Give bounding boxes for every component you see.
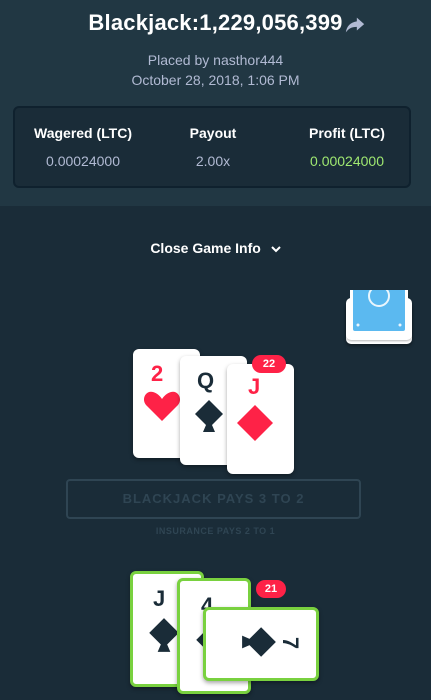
blackjack-pays-banner: BLACKJACK PAYS 3 TO 2 — [66, 479, 361, 519]
game-info-header: Blackjack:1,229,056,399 Placed by nastho… — [0, 0, 431, 206]
diamonds-icon — [237, 405, 273, 441]
payout-label: Payout — [189, 125, 237, 141]
spades-icon — [195, 400, 223, 432]
dealer-total-badge: 22 — [252, 355, 286, 373]
player-total-badge: 21 — [256, 580, 286, 598]
title-row: Blackjack:1,229,056,399 — [0, 10, 431, 36]
wagered-label: Wagered (LTC) — [34, 125, 132, 141]
payout-value: 2.00x — [195, 153, 231, 169]
dealer-card-3: J — [227, 364, 294, 474]
chevron-down-icon — [270, 246, 281, 253]
bet-title: Blackjack:1,229,056,399 — [88, 10, 343, 35]
profit-label: Profit (LTC) — [309, 125, 385, 141]
card-deck — [346, 290, 412, 344]
player-card-3-doubled: 7 — [203, 607, 319, 681]
spades-icon — [242, 627, 276, 657]
insurance-pays-text: INSURANCE PAYS 2 TO 1 — [155, 526, 276, 536]
card-rank: Q — [197, 368, 215, 393]
bet-date: October 28, 2018, 1:06 PM — [131, 72, 300, 88]
placed-by: Placed by nasthor444 — [147, 52, 284, 68]
share-arrow-icon[interactable] — [344, 14, 366, 36]
bet-stats-panel: Wagered (LTC) 0.00024000 Payout 2.00x Pr… — [13, 106, 411, 188]
card-rank: J — [153, 586, 166, 611]
wagered-value: 0.00024000 — [46, 153, 120, 169]
card-rank: J — [248, 374, 261, 399]
close-game-info-label: Close Game Info — [150, 240, 261, 256]
profit-value: 0.00024000 — [310, 153, 384, 169]
card-rank: 7 — [278, 636, 304, 650]
close-game-info-button[interactable]: Close Game Info — [0, 240, 431, 256]
card-rank: 2 — [151, 361, 164, 386]
hearts-icon — [143, 391, 181, 421]
